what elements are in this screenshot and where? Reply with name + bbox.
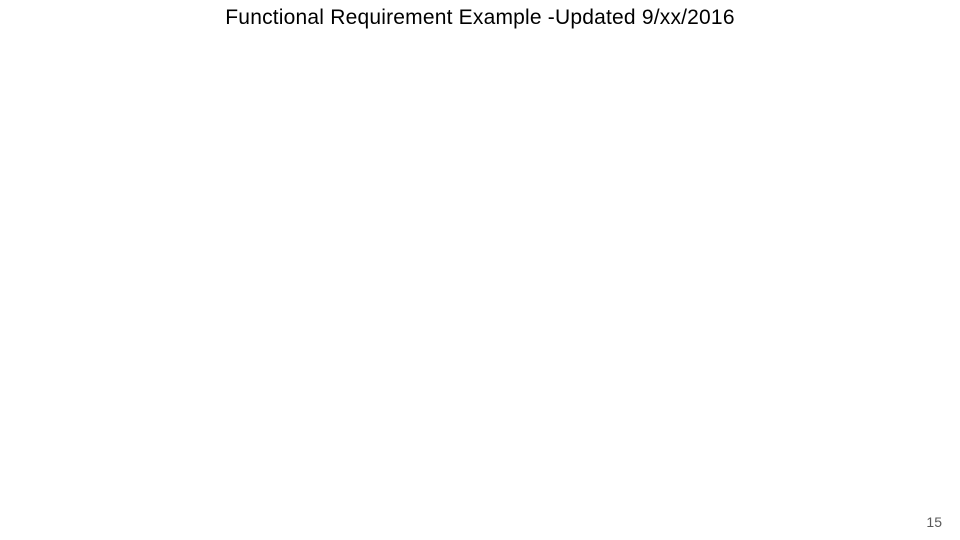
slide-title: Functional Requirement Example -Updated … xyxy=(0,6,960,30)
page-number: 15 xyxy=(926,514,942,530)
